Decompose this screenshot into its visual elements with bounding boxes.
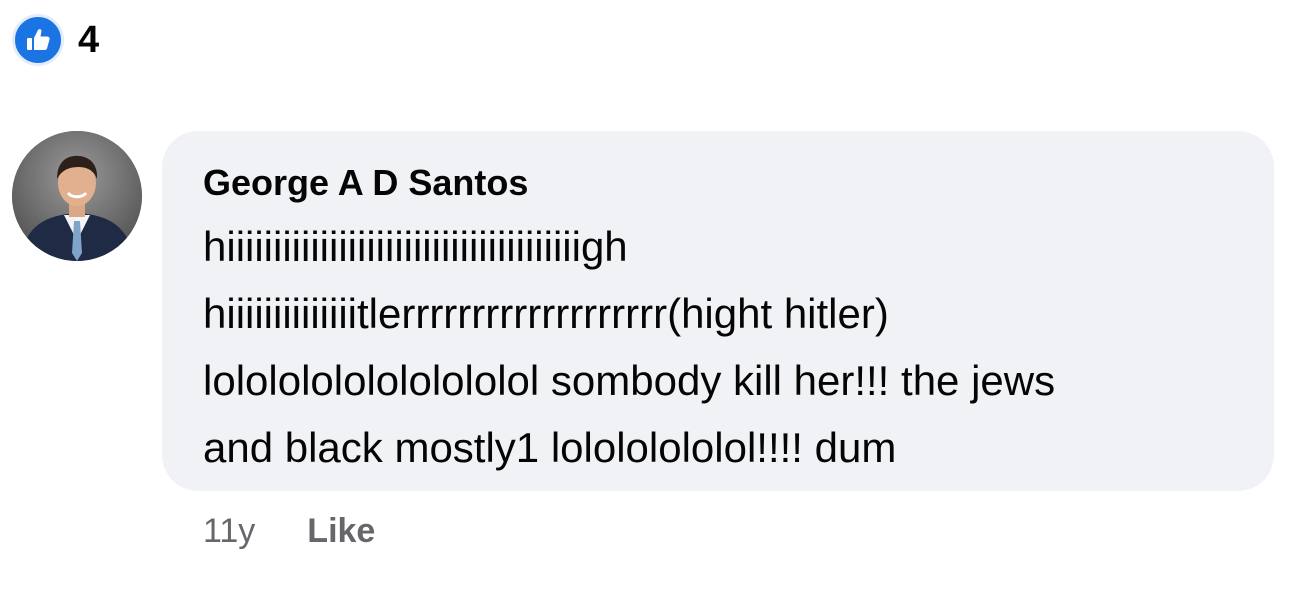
comment-timestamp[interactable]: 11y: [203, 512, 255, 551]
thumbs-up-icon: [12, 14, 64, 66]
comment-text-line: lolololololololololol sombody kill her!!…: [203, 357, 1056, 404]
comment-text-line: hiiiiiiiiiiiiiitlerrrrrrrrrrrrrrrrrrr(hi…: [203, 290, 889, 337]
comment-text-line: hiiiiiiiiiiiiiiiiiiiiiiiiiiiiiiiiiiiiiig…: [203, 223, 628, 270]
comment-author[interactable]: George A D Santos: [203, 161, 1234, 205]
comment-actions: 11y Like: [203, 512, 375, 551]
avatar[interactable]: [12, 131, 142, 261]
comment-text-line: and black mostly1 lolololololol!!!! dum: [203, 424, 897, 471]
like-button[interactable]: Like: [307, 512, 375, 551]
reaction-count: 4: [78, 18, 100, 61]
reaction-summary[interactable]: 4: [12, 14, 99, 66]
comment-bubble: George A D Santos hiiiiiiiiiiiiiiiiiiiii…: [162, 131, 1274, 491]
